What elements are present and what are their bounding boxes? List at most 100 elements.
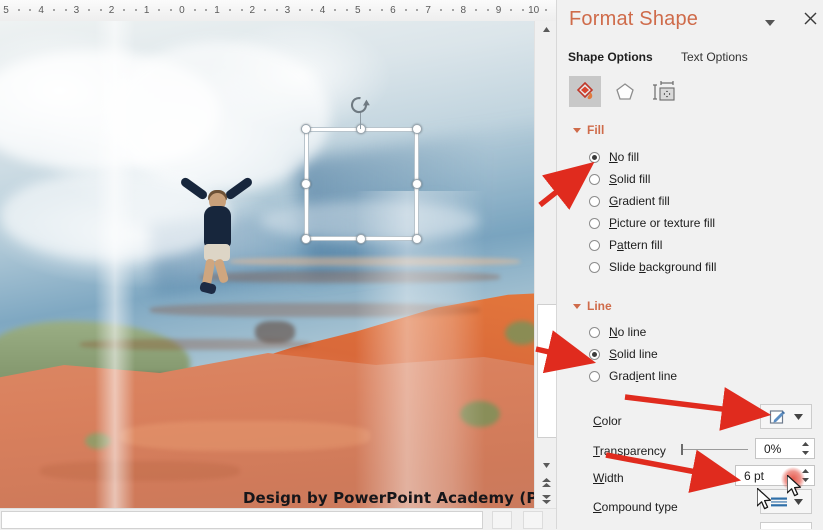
size-and-properties-icon-button[interactable]: [649, 76, 681, 107]
scrollbar-thumb[interactable]: [537, 304, 557, 438]
radio-label: Gradient line: [609, 369, 678, 383]
slide-vertical-scrollbar[interactable]: [534, 21, 557, 508]
ruler-tick: 6: [390, 5, 396, 16]
ruler-minor-mark: [439, 9, 442, 11]
ruler-tick: 2: [249, 5, 256, 16]
ruler-tick: 10: [528, 5, 540, 16]
spinner-up-icon[interactable]: [802, 442, 809, 447]
radio-gradient-line[interactable]: Gradient line: [589, 365, 677, 387]
rotate-handle[interactable]: [348, 95, 372, 115]
radio-no-fill[interactable]: No fill: [589, 146, 639, 168]
format-shape-panel: Format Shape Shape Options Text Options: [556, 0, 823, 529]
transparency-slider-knob[interactable]: [681, 444, 683, 455]
scroll-up-button[interactable]: [535, 21, 557, 38]
hscrollbar-thumb[interactable]: [1, 511, 483, 529]
ruler-minor-mark: [134, 9, 137, 11]
radio-label: Gradient fill: [609, 194, 670, 208]
fill-section-header[interactable]: Fill: [587, 123, 604, 137]
ruler-tick: 1: [214, 5, 220, 16]
rock-strata: [120, 421, 370, 451]
radio-picture-or-texture-fill[interactable]: Picture or texture fill: [589, 212, 715, 234]
radio-label: No fill: [609, 150, 640, 164]
resize-handle-bottom-left[interactable]: [301, 234, 311, 244]
ruler-minor-mark: [275, 9, 278, 11]
line-section-header[interactable]: Line: [587, 299, 612, 313]
color-button[interactable]: [760, 404, 812, 429]
transparency-input[interactable]: 0%: [755, 438, 815, 459]
radio-label: Pattern fill: [609, 238, 663, 252]
hscroll-button-b[interactable]: [523, 511, 543, 529]
radio-solid-line[interactable]: Solid line: [589, 343, 658, 365]
slide-canvas-area[interactable]: Design by PowerPoint Academy (PPA): [0, 21, 534, 508]
ruler-tick: 3: [284, 5, 291, 16]
radio-label: Solid line: [609, 347, 658, 361]
line-section-expand-arrow[interactable]: [573, 304, 581, 309]
resize-handle-middle-left[interactable]: [301, 179, 311, 189]
ruler-minor-mark: [334, 9, 337, 11]
radio-indicator: [589, 261, 600, 273]
resize-handle-top-center[interactable]: [356, 124, 366, 134]
ruler-minor-mark: [299, 9, 302, 11]
radio-no-line[interactable]: No line: [589, 321, 646, 343]
resize-handle-middle-right[interactable]: [412, 179, 422, 189]
right-leg: [213, 258, 230, 284]
radio-indicator: [589, 239, 600, 251]
panel-close-button[interactable]: [800, 10, 820, 30]
transparency-spinner[interactable]: [799, 440, 812, 457]
chevron-down-icon: [765, 20, 775, 26]
ruler-minor-mark: [451, 9, 454, 11]
effects-icon-button[interactable]: [609, 76, 641, 107]
transparency-label: Transparency: [593, 444, 666, 458]
panel-options-dropdown[interactable]: [760, 14, 780, 30]
ruler-minor-mark: [158, 9, 161, 11]
ruler-tick: 0: [179, 5, 185, 16]
radio-gradient-fill[interactable]: Gradient fill: [589, 190, 670, 212]
dash-type-button[interactable]: [760, 522, 812, 529]
resize-handle-top-left[interactable]: [301, 124, 311, 134]
ruler-minor-mark: [381, 9, 384, 11]
ruler-minor-mark: [346, 9, 349, 11]
ruler-minor-mark: [17, 9, 20, 11]
radio-indicator: [589, 217, 600, 229]
ruler-tick: 4: [38, 5, 44, 16]
resize-handle-bottom-right[interactable]: [412, 234, 422, 244]
close-icon: [804, 12, 816, 25]
ruler-minor-mark: [123, 9, 126, 11]
ruler-minor-mark: [263, 9, 266, 11]
resize-handle-bottom-center[interactable]: [356, 234, 366, 244]
radio-indicator: [589, 151, 600, 163]
previous-slide-button[interactable]: [535, 474, 557, 491]
ruler-tick: 7: [425, 5, 431, 16]
fill-section-expand-arrow[interactable]: [573, 128, 581, 133]
ruler-minor-mark: [228, 9, 231, 11]
pen-color-icon: [769, 409, 785, 424]
radio-slide-background-fill[interactable]: Slide background fill: [589, 256, 716, 278]
double-caret-down-icon: [541, 494, 551, 504]
next-slide-button[interactable]: [535, 491, 557, 508]
selected-shape[interactable]: [301, 97, 422, 244]
ruler-minor-mark: [52, 9, 55, 11]
slide-horizontal-scrollbar[interactable]: [0, 508, 556, 530]
scroll-down-button[interactable]: [535, 457, 557, 474]
slide[interactable]: Design by PowerPoint Academy (PPA): [0, 21, 534, 508]
ruler-minor-mark: [416, 9, 419, 11]
ruler-minor-mark: [521, 9, 524, 11]
spinner-down-icon[interactable]: [802, 450, 809, 455]
rotate-handle-icon: [350, 97, 370, 114]
radio-pattern-fill[interactable]: Pattern fill: [589, 234, 662, 256]
radio-indicator: [589, 348, 600, 360]
tab-text-options[interactable]: Text Options: [681, 50, 748, 64]
panel-content: Fill No fill Solid fill Gradient fill Pi…: [557, 118, 823, 529]
ruler-tick: 5: [3, 5, 9, 16]
transparency-slider-track[interactable]: [682, 449, 748, 450]
slide-caption: Design by PowerPoint Academy (PPA): [243, 489, 534, 507]
ruler-minor-mark: [510, 9, 513, 11]
fill-and-line-icon-button[interactable]: [569, 76, 601, 107]
torso: [204, 206, 231, 248]
ruler-minor-mark: [310, 9, 313, 11]
hscroll-button-a[interactable]: [492, 511, 512, 529]
resize-handle-top-right[interactable]: [412, 124, 422, 134]
ruler-minor-mark: [404, 9, 407, 11]
radio-indicator: [589, 195, 600, 207]
radio-solid-fill[interactable]: Solid fill: [589, 168, 650, 190]
